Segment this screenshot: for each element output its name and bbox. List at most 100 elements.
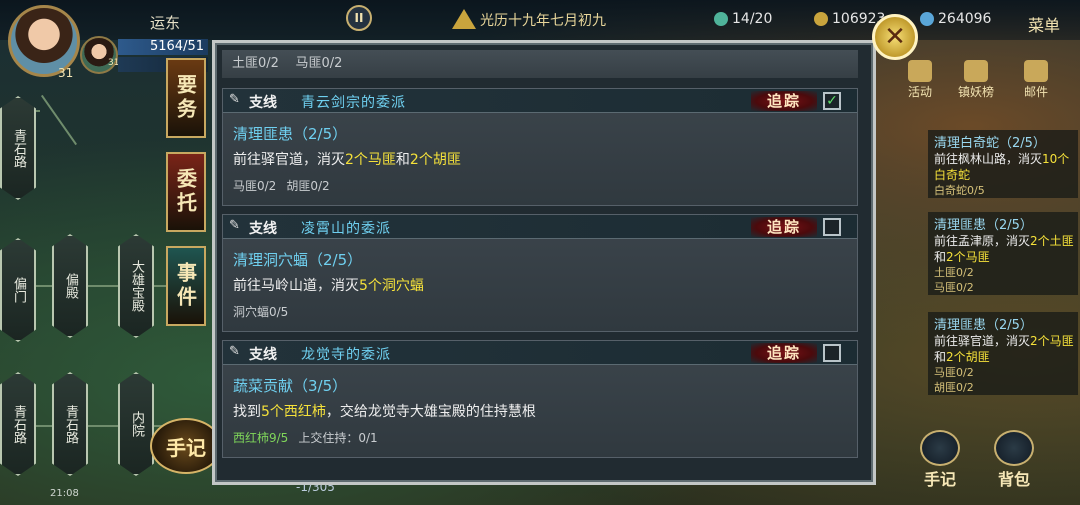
- quest-type: 支线: [249, 95, 277, 111]
- quest-description: 前往驿官道，消灭2个马匪和2个胡匪: [233, 149, 461, 169]
- desc-segment: 5个洞穴蝠: [359, 278, 424, 294]
- tracker-title: 清理白奇蛇（2/5）: [934, 136, 1046, 151]
- quest-card[interactable]: ✎ 支线 青云剑宗的委派 追踪 ✓ 清理匪患（2/5） 前往驿官道，消灭2个马匪和2个胡匪马…: [222, 88, 858, 206]
- map-node[interactable]: 青石路: [52, 372, 88, 476]
- resource-value: 264096: [938, 11, 992, 27]
- resource-value: 14/20: [732, 11, 773, 27]
- tracker-description: 前往孟津原，消灭2个土匪和2个马匪: [928, 233, 1078, 265]
- quest-type: 支线: [249, 221, 277, 237]
- jade-icon: [714, 12, 728, 26]
- quest-progress: 马匪0/2 胡匪0/2: [233, 177, 340, 194]
- desc-segment: ，交给龙觉寺大雄宝殿的住持慧根: [325, 404, 536, 420]
- track-checkbox[interactable]: [823, 344, 841, 362]
- progress-item: 马匪0/2: [295, 56, 343, 71]
- pause-icon: II: [354, 11, 364, 25]
- side-tab[interactable]: 要务: [166, 58, 206, 138]
- quest-title: 蔬菜贡献（3/5）: [233, 377, 348, 395]
- quest-source: 龙觉寺的委派: [301, 347, 391, 363]
- tracker-description: 前往驿官道，消灭2个马匪和2个胡匪: [928, 333, 1078, 365]
- side-tab[interactable]: 委托: [166, 152, 206, 232]
- desc-segment: 和: [934, 250, 947, 264]
- desc-segment: 5个西红柿: [261, 404, 326, 420]
- desc-segment: 前往驿官道，消灭: [233, 152, 345, 168]
- menu-button[interactable]: 菜单: [1028, 12, 1060, 36]
- top-menu-button[interactable]: 镇妖榜: [956, 60, 996, 100]
- progress-item: 上交住持：0/1: [298, 431, 378, 445]
- progress-item: 胡匪0/2: [286, 179, 330, 193]
- resource-jade: 14/20: [714, 11, 772, 27]
- device-clock: 21:08: [50, 488, 79, 499]
- quill-icon: ✎: [229, 92, 240, 107]
- map-node[interactable]: 大雄宝殿: [118, 234, 154, 338]
- quest-source: 青云剑宗的委派: [301, 95, 406, 111]
- desc-segment: 2个胡匪: [946, 350, 990, 364]
- game-date: 光历十九年七月初九: [480, 13, 606, 29]
- pause-button[interactable]: II: [346, 5, 372, 31]
- close-button[interactable]: ✕: [872, 14, 918, 60]
- tracker-progress: 马匪0/2: [934, 281, 974, 294]
- spirit-icon: [920, 12, 934, 26]
- gift-icon: [908, 60, 932, 82]
- top-menu-button[interactable]: 邮件: [1016, 60, 1056, 100]
- quest-header: ✎ 支线 龙觉寺的委派 追踪: [223, 341, 857, 365]
- quill-icon: ✎: [229, 344, 240, 359]
- tracker-progress: 胡匪0/2: [934, 381, 974, 394]
- track-quest-button[interactable]: 追踪: [751, 91, 817, 111]
- tracker-progress: 白奇蛇0/5: [934, 184, 985, 197]
- side-tab[interactable]: 事件: [166, 246, 206, 326]
- quest-card[interactable]: ✎ 支线 凌霄山的委派 追踪 清理洞穴蝠（2/5） 前往马岭山道，消灭5个洞穴蝠 洞穴蝠0/…: [222, 214, 858, 332]
- bottom-menu-label: 手记: [923, 470, 956, 489]
- map-node[interactable]: 青石路: [0, 96, 36, 200]
- progress-item: 西红柿9/5: [233, 431, 289, 445]
- quest-header: ✎ 支线 凌霄山的委派 追踪: [223, 215, 857, 239]
- desc-segment: 和: [395, 152, 410, 168]
- tracker-progress: 马匪0/2: [934, 366, 974, 379]
- location-tab[interactable]: 运东: [150, 12, 180, 33]
- tracker-entry[interactable]: 清理匪患（2/5） 前往孟津原，消灭2个土匪和2个马匪 土匪0/2 马匪0/2: [928, 212, 1078, 295]
- mail-icon: [1024, 60, 1048, 82]
- bag-icon: [994, 430, 1034, 466]
- desc-segment: 2个马匪: [345, 152, 396, 168]
- map-node[interactable]: 偏殿: [52, 234, 88, 338]
- top-menu-button[interactable]: 活动: [900, 60, 940, 100]
- tracker-entry[interactable]: 清理白奇蛇（2/5） 前往枫林山路，消灭10个白奇蛇 白奇蛇0/5: [928, 130, 1078, 198]
- track-quest-button[interactable]: 追踪: [751, 217, 817, 237]
- quest-card[interactable]: ✎ 支线 龙觉寺的委派 追踪 蔬菜贡献（3/5） 找到5个西红柿，交给龙觉寺大雄宝殿的住持…: [222, 340, 858, 458]
- quest-description: 前往马岭山道，消灭5个洞穴蝠: [233, 275, 424, 295]
- desc-segment: 2个胡匪: [409, 152, 461, 168]
- coins-icon: [814, 12, 828, 26]
- notebook-icon: [920, 430, 960, 466]
- desc-segment: 前往孟津原，消灭: [934, 234, 1031, 248]
- tracker-entry[interactable]: 清理匪患（2/5） 前往驿官道，消灭2个马匪和2个胡匪 马匪0/2 胡匪0/2: [928, 312, 1078, 395]
- quest-progress: 西红柿9/5 上交住持：0/1: [233, 429, 388, 446]
- track-checkbox[interactable]: ✓: [823, 92, 841, 110]
- companion-avatar[interactable]: [80, 36, 118, 74]
- desc-segment: 2个马匪: [1030, 334, 1074, 348]
- quest-title: 清理匪患（2/5）: [233, 125, 348, 143]
- map-node[interactable]: 内院: [118, 372, 154, 476]
- top-menu-label: 镇妖榜: [957, 85, 994, 99]
- tracker-title: 清理匪患（2/5）: [934, 218, 1033, 233]
- progress-item: 马匪0/2: [233, 179, 277, 193]
- desc-segment: 找到: [233, 404, 261, 420]
- desc-segment: 前往枫林山路，消灭: [934, 152, 1043, 166]
- track-quest-button[interactable]: 追踪: [751, 343, 817, 363]
- tower-icon: [964, 60, 988, 82]
- quest-progress: 洞穴蝠0/5: [233, 303, 298, 320]
- map-node[interactable]: 偏门: [0, 238, 36, 342]
- bottom-menu-button[interactable]: 手记: [912, 430, 968, 490]
- quest-header: ✎ 支线 青云剑宗的委派 追踪 ✓: [223, 89, 857, 113]
- desc-segment: 2个土匪: [1030, 234, 1074, 248]
- progress-item: 洞穴蝠0/5: [233, 305, 289, 319]
- track-checkbox[interactable]: [823, 218, 841, 236]
- quill-icon: ✎: [229, 218, 240, 233]
- map-node[interactable]: 青石路: [0, 372, 36, 476]
- hp-bar: 5164/51: [118, 39, 208, 55]
- resource-spirit: 264096: [920, 11, 991, 27]
- desc-segment: 前往马岭山道，消灭: [233, 278, 359, 294]
- close-icon: ✕: [884, 22, 906, 52]
- desc-segment: 2个马匪: [946, 250, 990, 264]
- bottom-menu-button[interactable]: 背包: [986, 430, 1042, 490]
- desc-segment: 和: [934, 350, 947, 364]
- bottom-menu-label: 背包: [997, 470, 1030, 489]
